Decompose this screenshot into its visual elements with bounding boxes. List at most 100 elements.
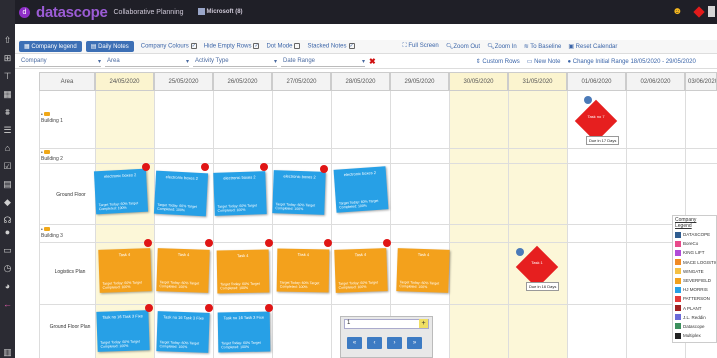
legend-item-label: BoreCo — [683, 241, 699, 247]
list-icon[interactable]: ☰ — [0, 123, 15, 137]
compass-icon[interactable]: ◆ — [0, 195, 15, 209]
graph-icon[interactable]: ⩩ — [0, 105, 15, 119]
note-card[interactable]: Task 4 Target Today: 60% Target Completed… — [276, 248, 330, 293]
note-title: Task 4 — [417, 251, 430, 258]
company-legend-label: Company legend — [31, 44, 77, 50]
company-colours-toggle[interactable]: Company Colours ✓ — [141, 43, 197, 50]
note-card[interactable]: Task 4 Target Today: 60% Target Completed… — [216, 249, 270, 294]
company-filter[interactable]: Company ▾ — [19, 57, 101, 67]
org-name: Microsoft (8) — [206, 9, 243, 16]
note-footer: Target Today: 60% Target Completed: 100% — [159, 340, 200, 350]
legend-item: WINGATE — [673, 267, 716, 276]
note-card[interactable]: Task 4 Target Today: 60% Target Completed… — [98, 248, 152, 293]
note-card[interactable]: electronic boxes 2 Target Today: 60% Targ… — [93, 168, 149, 215]
add-page-button[interactable]: + — [419, 319, 428, 328]
legend-item-label: KING LIFT — [683, 250, 705, 256]
users-icon[interactable]: ☻ — [672, 6, 690, 17]
note-card[interactable]: Task no 16 Task 3 Fixe Target Today: 60% … — [96, 310, 150, 352]
building-plus-icon[interactable]: ⊞ — [0, 51, 15, 65]
change-range-button[interactable]: ● Change Initial Range 18/05/2020 - 29/0… — [567, 59, 695, 65]
zoom-in-button[interactable]: 🔍︎Zoom In — [487, 43, 517, 50]
status-dot — [205, 239, 213, 247]
status-dot — [516, 248, 524, 256]
stacked-notes-toggle[interactable]: Stacked Notes ✓ — [307, 43, 355, 50]
zoom-out-button[interactable]: 🔍︎Zoom Out — [446, 43, 480, 50]
menu-icon[interactable] — [708, 6, 715, 17]
alert-diamond-icon[interactable] — [693, 5, 705, 18]
due-box: Due in 17 Days — [586, 136, 620, 145]
note-footer: Target Today: 60% Target Completed: 100% — [102, 280, 143, 290]
status-dot — [260, 163, 268, 171]
monitor-icon[interactable]: ▭ — [0, 243, 15, 257]
note-title: electronic boxes 2 — [343, 169, 377, 178]
note-title: Task 4 — [118, 251, 131, 258]
info-icon[interactable]: ● — [0, 225, 15, 239]
date-header: 30/05/2020 — [449, 72, 508, 91]
page-input[interactable]: 1 — [344, 319, 429, 329]
building-icon — [197, 8, 205, 16]
checkbox-icon[interactable]: ✓ — [253, 43, 260, 50]
note-card[interactable]: Task no 16 Task 3 Fixe Target Today: 60% … — [156, 311, 210, 353]
hide-empty-rows-toggle[interactable]: Hide Empty Rows ✓ — [204, 43, 260, 50]
dot-mode-toggle[interactable]: Dot Mode — [266, 43, 301, 50]
area-filter[interactable]: Area ▾ — [105, 57, 189, 67]
company-legend-panel: Company Legend DATASCOPE BoreCo KING LIFT M… — [672, 215, 717, 343]
last-page-button[interactable]: » — [407, 337, 422, 349]
crane-icon[interactable]: ⊤ — [0, 69, 15, 83]
checkbox-icon[interactable]: ✓ — [348, 43, 355, 50]
checkbox-icon[interactable]: ✓ — [190, 43, 197, 50]
date-header: 27/05/2020 — [272, 72, 331, 91]
calendar-icon[interactable]: ▦ — [0, 87, 15, 101]
row-divider — [39, 304, 717, 305]
change-range-label: Change Initial Range 18/05/2020 - 29/05/… — [572, 58, 696, 65]
back-arrow-icon[interactable]: ← — [0, 297, 15, 311]
pie-icon[interactable]: ◕ — [0, 279, 15, 293]
building-row[interactable]: • Building 2 — [41, 150, 63, 162]
reset-icon: ▣ — [568, 44, 576, 50]
note-footer: Target Today: 60% Target Completed: 100% — [275, 202, 316, 212]
daily-notes-button[interactable]: ▤ Daily Notes — [85, 41, 134, 52]
row-divider — [39, 163, 717, 164]
note-card[interactable]: Task no 16 Task 3 Fixe Target Today: 60% … — [217, 311, 271, 353]
note-card[interactable]: Task 4 Target Today: 60% Target Completed… — [334, 248, 388, 293]
activity-type-filter[interactable]: Activity Type ▾ — [193, 57, 277, 67]
upload-icon[interactable]: ⇧ — [0, 33, 15, 47]
note-card[interactable]: electronic boxes 2 Target Today: 60% Targ… — [272, 170, 326, 215]
note-card[interactable]: electronic boxes 2 Target Today: 60% Targ… — [153, 170, 209, 217]
prev-page-button[interactable]: ‹ — [367, 337, 382, 349]
note-card[interactable]: electronic boxes 2 Target Today: 60% Targ… — [213, 171, 267, 216]
legend-item-label: HJ MORRIS — [683, 287, 708, 293]
date-header: 02/06/2020 — [626, 72, 685, 91]
company-colours-label: Company Colours — [140, 43, 189, 50]
legend-swatch — [675, 295, 681, 302]
legend-item-label: J.L. Reddin — [683, 314, 706, 320]
first-page-button[interactable]: « — [347, 337, 362, 349]
reset-calendar-button[interactable]: ▣ Reset Calendar — [568, 43, 617, 50]
date-range-filter[interactable]: Date Range ▾ — [281, 57, 365, 67]
note-card[interactable]: electronic boxes 2 Target Today: 60% Targ… — [333, 166, 389, 213]
clock-icon[interactable]: ◷ — [0, 261, 15, 275]
custom-rows-button[interactable]: ⇕ Custom Rows — [476, 58, 520, 65]
building-label: Building 2 — [41, 156, 63, 162]
calendar-check-icon[interactable]: ▤ — [0, 177, 15, 191]
new-note-button[interactable]: ▭ New Note — [527, 58, 561, 65]
dot-mode-label: Dot Mode — [266, 43, 293, 50]
row-divider — [39, 148, 717, 149]
hierarchy-icon[interactable]: ⌂ — [0, 141, 15, 155]
checklist-icon[interactable]: ☑ — [0, 159, 15, 173]
legend-list: DATASCOPE BoreCo KING LIFT MACE LOGISTICS WI… — [673, 230, 716, 340]
full-screen-button[interactable]: ⛶ Full Screen — [403, 43, 439, 50]
clear-filters-icon[interactable]: ✖ — [369, 57, 376, 66]
org-selector[interactable]: Microsoft (8) — [197, 8, 243, 16]
note-card[interactable]: Task 4 Target Today: 60% Target Completed… — [156, 248, 210, 293]
checkbox-icon[interactable] — [294, 43, 301, 50]
to-baseline-button[interactable]: ≋ To Baseline — [524, 43, 562, 50]
building-icon[interactable]: ▥ — [0, 345, 15, 358]
note-card[interactable]: Task 4 Target Today: 60% Target Completed… — [396, 248, 450, 293]
note-title: electronic boxes 2 — [283, 173, 316, 180]
building-row[interactable]: • Building 1 — [41, 112, 63, 124]
to-baseline-label: To Baseline — [530, 44, 562, 50]
building-row[interactable]: • Building 3 — [41, 227, 63, 239]
company-legend-button[interactable]: ▦ Company legend — [19, 41, 82, 52]
next-page-button[interactable]: › — [387, 337, 402, 349]
